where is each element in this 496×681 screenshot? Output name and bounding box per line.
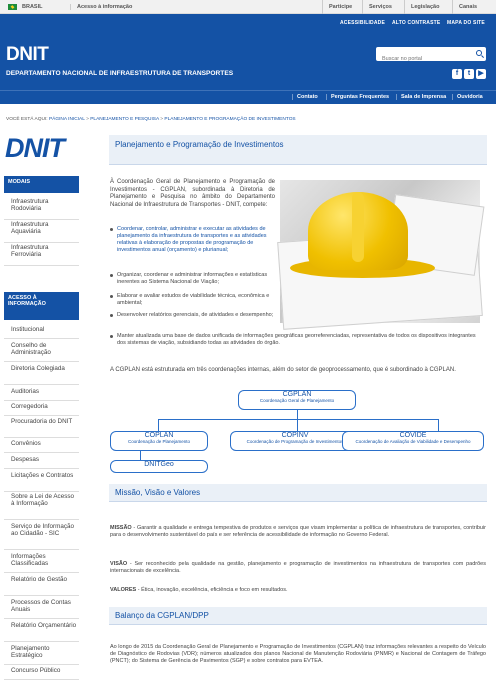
- balanco-paragraph: Ao longo de 2015 da Coordenação Geral de…: [110, 644, 486, 664]
- service-link-ouvidoria[interactable]: Ouvidoria: [452, 94, 483, 100]
- breadcrumb: VOCÊ ESTÁ AQUI: PÁGINA INICIAL > PLANEJA…: [6, 117, 296, 122]
- sidebar-heading-acesso: ACESSO À INFORMAÇÃO: [4, 292, 79, 320]
- mission-heading: Missão, Visão e Valores: [109, 484, 487, 502]
- gov-link-legislacao[interactable]: Legislação: [404, 0, 445, 14]
- sidebar-item-institucional[interactable]: Institucional: [4, 326, 79, 339]
- sidebar-item-diretoria[interactable]: Diretoria Colegiada: [4, 365, 79, 385]
- org-box-coplan: COPLAN Coordenação de Planejamento: [110, 431, 208, 451]
- sidebar-item-classificadas[interactable]: Informações Classificadas: [4, 553, 79, 573]
- org-box-cgplan: CGPLAN Coordenação Geral de Planejamento: [238, 390, 356, 410]
- bullet-item: Manter atualizada uma base de dados unif…: [110, 333, 484, 347]
- org-chart: CGPLAN Coordenação Geral de Planejamento …: [110, 388, 486, 475]
- sidebar-item-conselho[interactable]: Conselho de Administração: [4, 342, 79, 362]
- balanco-heading: Balanço da CGPLAN/DPP: [109, 607, 487, 625]
- sidebar-item-planejamento[interactable]: Planejamento Estratégico: [4, 645, 79, 665]
- gov-link-participe[interactable]: Participe: [322, 0, 358, 14]
- service-link-contato[interactable]: Contato: [292, 94, 318, 100]
- sidebar-logo[interactable]: DNIT: [5, 133, 65, 164]
- sidebar-item-sic[interactable]: Serviço de Informação ao Cidadão - SIC: [4, 523, 79, 550]
- helmet-photo: [277, 180, 485, 330]
- service-link-imprensa[interactable]: Sala de Imprensa: [396, 94, 446, 100]
- missao-paragraph: MISSÃO - Garantir a qualidade e entrega …: [110, 525, 486, 538]
- breadcrumb-section[interactable]: PLANEJAMENTO E PESQUISA: [90, 117, 159, 122]
- twitter-icon[interactable]: t: [464, 69, 474, 79]
- bullet-item: Desenvolver relatórios gerenciais, de at…: [110, 312, 278, 319]
- sidebar-item-despesas[interactable]: Despesas: [4, 456, 79, 469]
- site-logo[interactable]: DNIT: [6, 44, 49, 66]
- structure-paragraph: A CGPLAN está estruturada em três coorde…: [110, 367, 456, 373]
- sidebar-item-ferroviaria[interactable]: Infraestrutura Ferroviária: [4, 244, 79, 266]
- high-contrast-link[interactable]: ALTO CONTRASTE: [392, 20, 440, 26]
- sidebar-item-auditorias[interactable]: Auditorias: [4, 388, 79, 401]
- sidebar-item-contas-anuais[interactable]: Processos de Contas Anuais: [4, 599, 79, 619]
- sitemap-link[interactable]: MAPA DO SITE: [447, 20, 485, 26]
- sidebar-item-aquaviaria[interactable]: Infraestrutura Aquaviária: [4, 221, 79, 243]
- facebook-icon[interactable]: f: [452, 69, 462, 79]
- brasil-link[interactable]: BRASIL: [22, 4, 42, 10]
- sidebar-item-relatorio-gestao[interactable]: Relatório de Gestão: [4, 576, 79, 596]
- org-box-covide: COVIDE Coordenação de Avaliação de Viabil…: [342, 431, 484, 451]
- org-box-copinv: COPINV Coordenação de Programação de Inve…: [230, 431, 360, 451]
- brazil-flag-icon: [8, 4, 17, 10]
- sidebar-item-orcamentario[interactable]: Relatório Orçamentário: [4, 622, 79, 642]
- sidebar-item-licitacoes[interactable]: Licitações e Contratos: [4, 472, 79, 492]
- accessibility-link[interactable]: ACESSIBILIDADE: [340, 20, 385, 26]
- youtube-icon[interactable]: ▶: [476, 69, 486, 79]
- sidebar-item-corregedoria[interactable]: Corregedoria: [4, 403, 79, 416]
- bullet-item: Elaborar e avaliar estudos de viabilidad…: [110, 293, 278, 307]
- bullet-item: Coordenar, controlar, administrar e exec…: [110, 226, 278, 254]
- org-box-dnitgeo: DNITGeo: [110, 460, 208, 473]
- breadcrumb-home[interactable]: PÁGINA INICIAL: [49, 117, 85, 122]
- service-bar: Contato Perguntas Frequentes Sala de Imp…: [0, 90, 496, 104]
- search-input[interactable]: [376, 52, 468, 66]
- gov-bar: BRASIL Acesso à informação Participe Ser…: [0, 0, 496, 14]
- sidebar-item-lai[interactable]: Sobre a Lei de Acesso à Informação: [4, 493, 79, 520]
- valores-paragraph: VALORES - Ética, inovação, excelência, e…: [110, 587, 288, 593]
- breadcrumb-current: PLANEJAMENTO E PROGRAMAÇÃO DE INVESTIMEN…: [164, 117, 296, 122]
- sidebar-item-concurso[interactable]: Concurso Público: [4, 667, 79, 680]
- page-title: Planejamento e Programação de Investimen…: [109, 135, 487, 165]
- site-subtitle: DEPARTAMENTO NACIONAL DE INFRAESTRUTURA …: [6, 70, 234, 77]
- breadcrumb-prefix: VOCÊ ESTÁ AQUI:: [6, 117, 48, 122]
- intro-paragraph: À Coordenação Geral de Planejamento e Pr…: [110, 179, 275, 208]
- visao-paragraph: VISÃO - Ser reconhecido pela qualidade n…: [110, 561, 486, 574]
- search-box: [376, 47, 486, 66]
- gov-link-canais[interactable]: Canais: [452, 0, 483, 14]
- service-link-faq[interactable]: Perguntas Frequentes: [326, 94, 389, 100]
- sidebar-item-convenios[interactable]: Convênios: [4, 440, 79, 453]
- bullet-item: Organizar, coordenar e administrar infor…: [110, 272, 278, 286]
- sidebar-heading-modais: MODAIS: [4, 176, 79, 193]
- sidebar-item-procuradoria[interactable]: Procuradoria do DNIT: [4, 418, 79, 438]
- access-info-link[interactable]: Acesso à informação: [70, 4, 132, 10]
- sidebar-item-rodoviaria[interactable]: Infraestrutura Rodoviária: [4, 198, 79, 220]
- search-icon[interactable]: [476, 50, 482, 56]
- gov-link-servicos[interactable]: Serviços: [362, 0, 398, 14]
